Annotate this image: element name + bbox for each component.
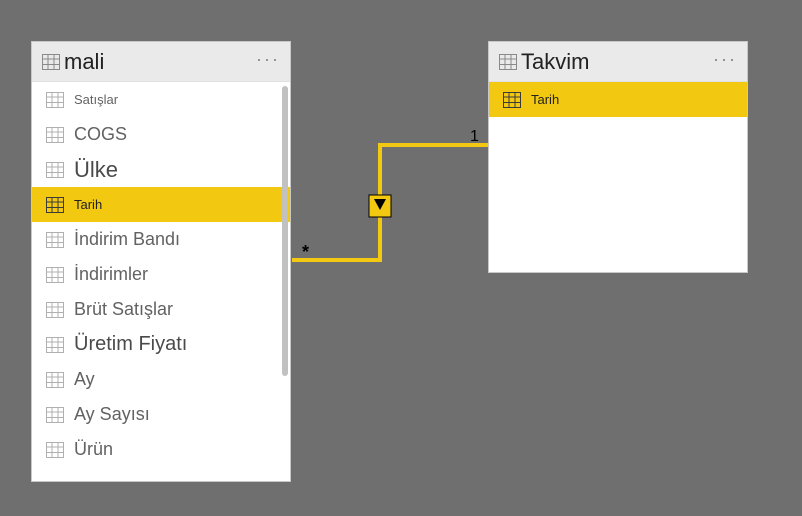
field-label: Satışlar xyxy=(74,92,118,107)
field-row[interactable]: Ülke xyxy=(32,152,290,187)
column-icon xyxy=(503,92,521,108)
field-row[interactable]: Ay xyxy=(32,362,290,397)
field-list: Tarih xyxy=(489,82,747,272)
field-row[interactable]: Ay Sayısı xyxy=(32,397,290,432)
field-row[interactable]: Üretim Fiyatı xyxy=(32,327,290,362)
table-title: mali xyxy=(64,49,256,75)
field-row[interactable]: Tarih xyxy=(32,187,290,222)
field-label: Ürün xyxy=(74,439,113,460)
column-icon xyxy=(46,267,64,283)
table-header[interactable]: Takvim ··· xyxy=(489,42,747,82)
field-label: İndirim Bandı xyxy=(74,229,180,250)
column-icon xyxy=(46,162,64,178)
field-label: Ülke xyxy=(74,157,118,183)
cardinality-many: * xyxy=(302,242,309,262)
field-row[interactable]: Satışlar xyxy=(32,82,290,117)
field-row[interactable]: COGS xyxy=(32,117,290,152)
field-label: Tarih xyxy=(74,197,102,212)
column-icon xyxy=(46,442,64,458)
field-label: Ay xyxy=(74,369,95,390)
field-label: COGS xyxy=(74,124,127,145)
column-icon xyxy=(46,407,64,423)
filter-direction-arrow xyxy=(374,199,386,210)
table-icon xyxy=(499,54,517,70)
field-row[interactable]: Ürün xyxy=(32,432,290,467)
table-icon xyxy=(42,54,60,70)
column-icon xyxy=(46,92,64,108)
scrollbar[interactable] xyxy=(282,86,288,376)
cardinality-one: 1 xyxy=(470,128,479,145)
field-label: Üretim Fiyatı xyxy=(74,333,187,356)
field-row[interactable]: Tarih xyxy=(489,82,747,117)
table-menu-button[interactable]: ··· xyxy=(713,59,737,65)
table-header[interactable]: mali ··· xyxy=(32,42,290,82)
field-label: İndirimler xyxy=(74,264,148,285)
table-card-takvim[interactable]: Takvim ··· Tarih xyxy=(488,41,748,273)
column-icon xyxy=(46,127,64,143)
field-label: Ay Sayısı xyxy=(74,404,150,425)
column-icon xyxy=(46,372,64,388)
table-card-mali[interactable]: mali ··· Satışlar COGS Ülke Tarih xyxy=(31,41,291,482)
table-title: Takvim xyxy=(521,49,713,75)
field-label: Brüt Satışlar xyxy=(74,299,173,320)
field-label: Tarih xyxy=(531,92,559,107)
filter-direction-box[interactable] xyxy=(369,195,391,217)
field-list: Satışlar COGS Ülke Tarih İndirim Bandı xyxy=(32,82,290,481)
table-menu-button[interactable]: ··· xyxy=(256,59,280,65)
column-icon xyxy=(46,337,64,353)
column-icon xyxy=(46,232,64,248)
field-row[interactable]: İndirimler xyxy=(32,257,290,292)
field-row[interactable]: Brüt Satışlar xyxy=(32,292,290,327)
column-icon xyxy=(46,197,64,213)
field-row[interactable]: İndirim Bandı xyxy=(32,222,290,257)
column-icon xyxy=(46,302,64,318)
